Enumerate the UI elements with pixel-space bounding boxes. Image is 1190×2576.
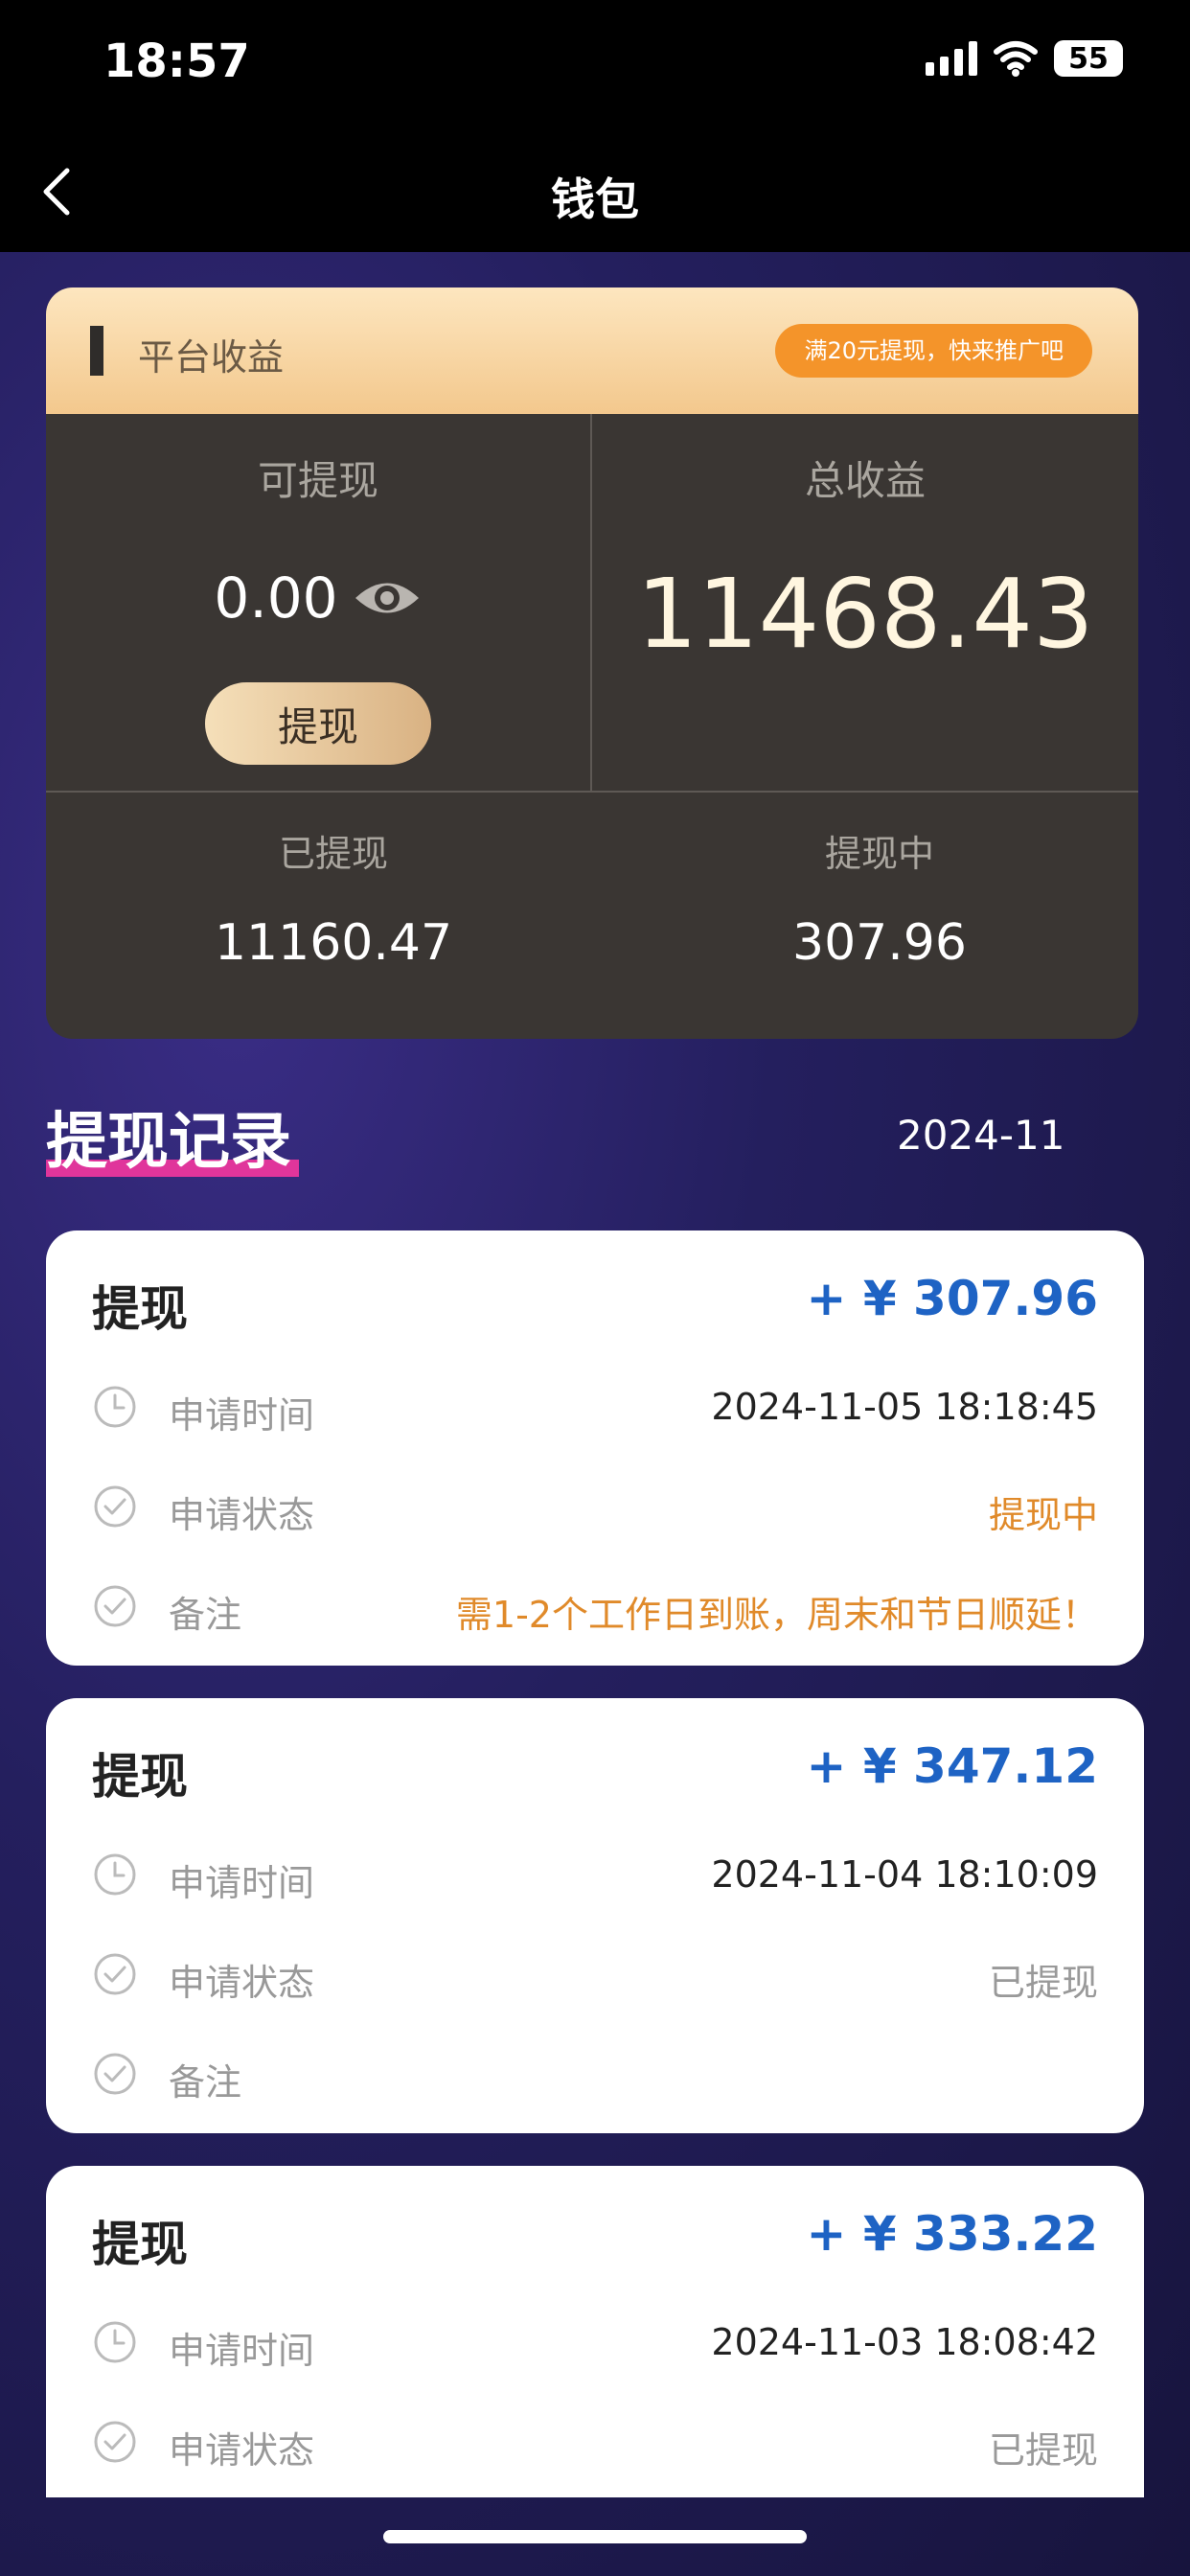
record-time-row: 申请时间 2024-11-04 18:10:09: [92, 1846, 1098, 1904]
month-selector[interactable]: 2024-11: [897, 1112, 1065, 1159]
record-card[interactable]: 提现 + ¥ 347.12 申请时间 2024-11-04 18:10:09 申…: [46, 1698, 1144, 2133]
status-time: 18:57: [103, 34, 250, 88]
signal-icon: [926, 41, 977, 76]
record-time-row: 申请时间 2024-11-05 18:18:45: [92, 1378, 1098, 1437]
record-status-value: 已提现: [988, 2429, 1098, 2472]
record-amount: + ¥ 307.96: [806, 1271, 1098, 1326]
page-title: 钱包: [551, 173, 639, 225]
available-label: 可提现: [257, 457, 378, 504]
pending-label: 提现中: [824, 833, 934, 875]
record-status-row: 申请状态 提现中: [92, 1478, 1098, 1536]
promo-badge: 满20元提现，快来推广吧: [775, 324, 1092, 378]
withdrawn-label: 已提现: [278, 833, 388, 875]
check-circle-icon: [94, 1953, 136, 1995]
record-status-row: 申请状态 已提现: [92, 1945, 1098, 2004]
record-card[interactable]: 提现 + ¥ 333.22 申请时间 2024-11-03 18:08:42 申…: [46, 2166, 1144, 2497]
record-time-label: 申请时间: [169, 2330, 315, 2372]
clock-icon: [94, 1853, 136, 1896]
record-time-value: 2024-11-03 18:08:42: [711, 2321, 1098, 2363]
header-accent-bar: [90, 326, 103, 376]
record-time-value: 2024-11-04 18:10:09: [711, 1853, 1098, 1896]
clock-icon: [94, 2321, 136, 2363]
record-status-value: 已提现: [988, 1962, 1098, 2004]
record-amount: + ¥ 347.12: [806, 1738, 1098, 1794]
available-amount-row: 0.00: [46, 565, 590, 631]
platform-earnings-title: 平台收益: [138, 336, 285, 379]
clock-icon: [94, 1386, 136, 1428]
record-title: 提现: [92, 1281, 188, 1337]
record-status-label: 申请状态: [169, 1494, 315, 1536]
withdraw-button[interactable]: 提现: [205, 682, 431, 765]
record-time-row: 申请时间 2024-11-03 18:08:42: [92, 2313, 1098, 2372]
record-title: 提现: [92, 1749, 188, 1805]
wifi-icon: [994, 41, 1038, 77]
withdraw-button-wrap: 提现: [46, 682, 590, 765]
total-earnings-value: 11468.43: [636, 558, 1094, 670]
record-note-value: 需1-2个工作日到账，周末和节日顺延！: [455, 1594, 1098, 1636]
record-status-value: 提现中: [988, 1494, 1098, 1536]
record-note-label: 备注: [169, 2061, 242, 2104]
record-status-label: 申请状态: [169, 2429, 315, 2472]
available-value: 0.00: [214, 565, 338, 631]
eye-icon[interactable]: [352, 574, 423, 622]
total-earnings-label: 总收益: [804, 457, 926, 504]
record-amount: + ¥ 333.22: [806, 2206, 1098, 2262]
nav-bar: 钱包: [0, 144, 1190, 252]
record-time-label: 申请时间: [169, 1862, 315, 1904]
check-circle-icon: [94, 2421, 136, 2463]
pending-value: 307.96: [792, 914, 967, 972]
record-status-label: 申请状态: [169, 1962, 315, 2004]
record-time-value: 2024-11-05 18:18:45: [711, 1386, 1098, 1428]
battery-icon: 55: [1054, 40, 1123, 77]
record-status-row: 申请状态 已提现: [92, 2413, 1098, 2472]
record-card[interactable]: 提现 + ¥ 307.96 申请时间 2024-11-05 18:18:45 申…: [46, 1230, 1144, 1666]
horizontal-divider: [46, 791, 1138, 793]
status-icons: 55: [926, 40, 1123, 77]
record-time-label: 申请时间: [169, 1394, 315, 1437]
record-title: 提现: [92, 2217, 188, 2272]
wallet-card-header: 平台收益 满20元提现，快来推广吧: [46, 288, 1138, 414]
status-bar: 18:57 55: [0, 0, 1190, 144]
withdrawn-value: 11160.47: [214, 914, 453, 972]
record-note-row: 备注: [92, 2045, 1098, 2104]
withdraw-records-title: 提现记录: [46, 1107, 291, 1178]
home-indicator[interactable]: [383, 2530, 807, 2543]
record-note-row: 备注 需1-2个工作日到账，周末和节日顺延！: [92, 1577, 1098, 1636]
record-note-label: 备注: [169, 1594, 242, 1636]
check-circle-icon: [94, 1585, 136, 1627]
wallet-card: 平台收益 满20元提现，快来推广吧 可提现 0.00 提现 总收益 11468.…: [46, 288, 1138, 1039]
check-circle-icon: [94, 2053, 136, 2095]
check-circle-icon: [94, 1485, 136, 1528]
